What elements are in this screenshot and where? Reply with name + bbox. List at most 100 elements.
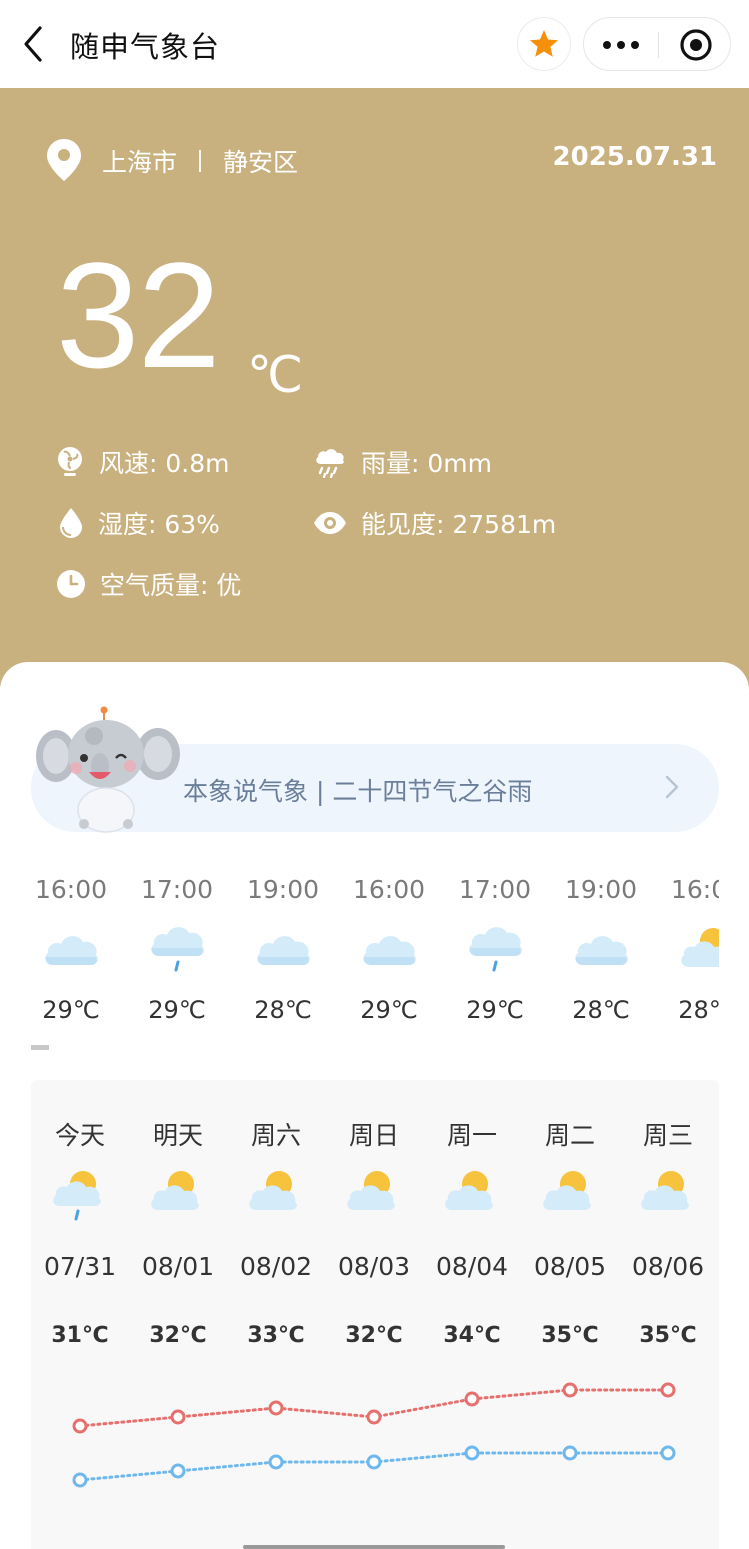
fan-icon (58, 447, 82, 476)
data-point-0-1 (170, 1409, 186, 1425)
banner-text: 本象说气象 | 二十四节气之谷雨 (183, 777, 533, 806)
close-mini-program-button[interactable] (659, 18, 732, 72)
partly-cloudy-icon (151, 1171, 199, 1210)
data-point-1-6 (660, 1445, 676, 1461)
day-date: 08/06 (631, 1252, 705, 1281)
current-date: 2025.07.31 (552, 142, 717, 172)
hourly-time: 16:00 (352, 875, 426, 904)
rainfall-stat: 雨量: 0mm (313, 444, 492, 480)
day-date: 08/03 (337, 1252, 411, 1281)
chevron-left-icon (24, 26, 42, 62)
data-point-1-5 (562, 1445, 578, 1461)
humidity-text: 湿度: 63% (98, 510, 220, 539)
day-high-temp: 35℃ (541, 1323, 599, 1348)
day-date: 08/02 (239, 1252, 313, 1281)
more-dots-icon (603, 41, 639, 49)
data-point-1-2 (268, 1454, 284, 1470)
data-point-0-2 (268, 1400, 284, 1416)
favorite-button[interactable] (517, 17, 571, 71)
partly-cloudy-icon (681, 928, 719, 967)
day-date: 08/01 (141, 1252, 215, 1281)
city-name: 上海市 (102, 148, 178, 177)
cloud-rain-icon (469, 927, 522, 972)
hourly-time: 17:00 (140, 875, 214, 904)
star-icon (529, 30, 559, 57)
forecast-card: 本象说气象 | 二十四节气之谷雨 16:00 29℃ 17:00 29℃ 19:… (0, 662, 749, 1549)
data-point-1-4 (464, 1445, 480, 1461)
day-name: 周三 (642, 1121, 693, 1150)
hourly-time: 19:00 (564, 875, 638, 904)
back-button[interactable] (18, 22, 58, 66)
data-point-0-4 (464, 1391, 480, 1407)
hourly-time: 17:00 (458, 875, 532, 904)
partly-cloudy-icon (347, 1171, 395, 1210)
hourly-temp: 28℃ (678, 996, 719, 1024)
day-name: 周日 (348, 1121, 399, 1150)
day-high-temp: 33℃ (247, 1323, 305, 1348)
hourly-temp: 29℃ (466, 996, 524, 1024)
partly-cloudy-icon (249, 1171, 297, 1210)
hourly-forecast-list[interactable]: 16:00 29℃ 17:00 29℃ 19:00 28℃ 16:00 29℃ … (18, 872, 719, 1062)
scroll-indicator (31, 1045, 49, 1050)
home-indicator (243, 1545, 505, 1549)
target-close-icon (679, 29, 712, 61)
data-point-0-0 (72, 1418, 88, 1434)
visibility-text: 能见度: 27581m (361, 510, 557, 539)
partly-cloudy-icon (445, 1171, 493, 1210)
more-button[interactable] (584, 18, 658, 72)
top-nav-bar: 随申气象台 (0, 0, 749, 88)
hourly-item: 17:00 29℃ (442, 872, 548, 1024)
data-point-1-3 (366, 1454, 382, 1470)
data-point-1-0 (72, 1472, 88, 1488)
wind-speed-stat: 风速: 0.8m (55, 444, 229, 480)
cloudy-icon (257, 936, 310, 965)
partly-cloudy-icon (543, 1171, 591, 1210)
data-point-0-5 (562, 1382, 578, 1398)
wind-speed-text: 风速: 0.8m (99, 449, 230, 478)
clock-icon (57, 570, 85, 598)
hourly-item: 19:00 28℃ (548, 872, 654, 1024)
hourly-item: 16:00 28℃ (654, 872, 719, 1024)
location-label[interactable]: 上海市 静安区 (102, 143, 298, 179)
location-divider (199, 150, 202, 172)
hourly-item: 17:00 29℃ (124, 872, 230, 1024)
cloud-rain-icon (151, 927, 204, 972)
rainfall-text: 雨量: 0mm (361, 449, 492, 478)
hourly-time: 19:00 (246, 875, 320, 904)
hourly-time: 16:00 (34, 875, 108, 904)
day-date: 08/04 (435, 1252, 509, 1281)
water-drop-icon (60, 508, 82, 538)
hourly-item: 16:00 29℃ (18, 872, 124, 1024)
data-point-0-3 (366, 1409, 382, 1425)
day-high-temp: 35℃ (639, 1323, 697, 1348)
page-title: 随申气象台 (70, 30, 221, 64)
humidity-stat: 湿度: 63% (58, 505, 220, 541)
temperature-trend-chart (72, 1382, 676, 1488)
cloudy-icon (575, 936, 628, 965)
mini-program-capsule (583, 17, 731, 71)
day-name: 周一 (446, 1121, 497, 1150)
location-pin-icon (47, 139, 81, 181)
hourly-item: 19:00 28℃ (230, 872, 336, 1024)
hourly-temp: 28℃ (572, 996, 630, 1024)
air-quality-stat: 空气质量: 优 (56, 566, 241, 602)
data-point-0-6 (660, 1382, 676, 1398)
hourly-item: 16:00 29℃ (336, 872, 442, 1024)
day-name: 明天 (152, 1121, 203, 1150)
hourly-temp: 29℃ (42, 996, 100, 1024)
elephant-mascot-icon (36, 706, 180, 833)
day-high-temp: 34℃ (443, 1323, 501, 1348)
day-date: 07/31 (43, 1252, 117, 1281)
current-weather-panel: 上海市 静安区 2025.07.31 32 ℃ 风速: 0.8m 雨量: 0mm (0, 88, 749, 688)
hourly-temp: 28℃ (254, 996, 312, 1024)
daily-forecast-panel: 今天 07/31 31℃ 明天 08/01 32℃ 周六 08/02 33℃ 周… (31, 1080, 719, 1549)
sun-cloud-rain-icon (53, 1171, 101, 1221)
day-high-temp: 31℃ (51, 1323, 109, 1348)
data-point-1-1 (170, 1463, 186, 1479)
hourly-temp: 29℃ (360, 996, 418, 1024)
partly-cloudy-icon (641, 1171, 689, 1210)
eye-icon (314, 512, 346, 534)
day-high-temp: 32℃ (149, 1323, 207, 1348)
rain-cloud-icon (316, 449, 344, 478)
district-name: 静安区 (223, 148, 299, 177)
